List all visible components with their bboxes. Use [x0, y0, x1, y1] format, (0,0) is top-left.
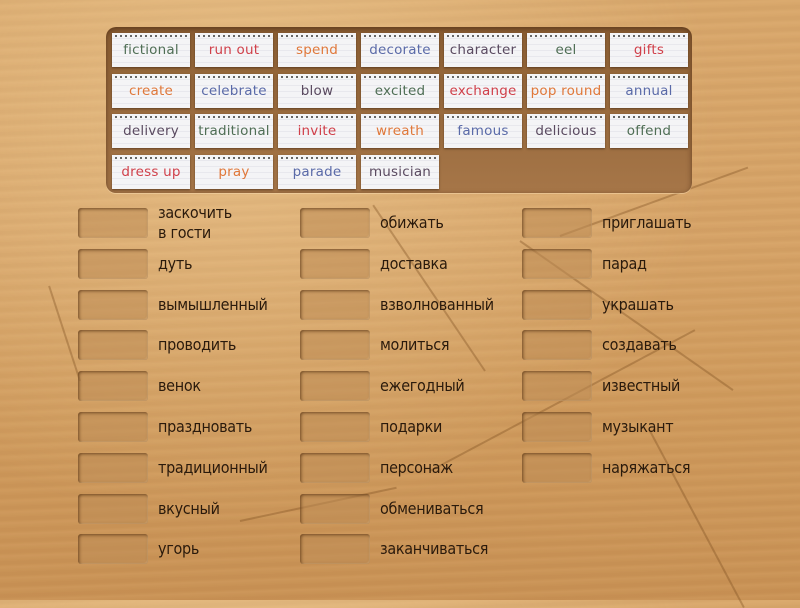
word-card[interactable]: annual: [610, 73, 688, 108]
target-label: венок: [158, 376, 201, 396]
drop-slot[interactable]: [300, 208, 370, 238]
word-card[interactable]: decorate: [361, 33, 439, 67]
drop-slot[interactable]: [522, 248, 592, 279]
target-label: вымышленный: [158, 294, 268, 314]
drop-slot[interactable]: [522, 289, 592, 320]
word-card[interactable]: character: [444, 33, 522, 67]
drop-slot[interactable]: [78, 330, 148, 361]
target-label: традиционный: [158, 457, 268, 477]
target-label: заканчиваться: [380, 539, 489, 559]
drop-slot[interactable]: [522, 208, 592, 238]
drop-slot[interactable]: [78, 493, 148, 524]
target-label: угорь: [158, 539, 200, 559]
target-label: известный: [602, 376, 681, 396]
scratch: [48, 285, 81, 382]
target-label: проводить: [158, 335, 237, 355]
word-card[interactable]: wreath: [361, 114, 439, 148]
word-card[interactable]: eel: [527, 33, 605, 67]
drop-slot[interactable]: [78, 452, 148, 483]
drop-slot[interactable]: [78, 534, 148, 565]
target-label: персонаж: [380, 457, 453, 477]
drop-slot[interactable]: [78, 371, 148, 402]
target-label: праздновать: [158, 417, 253, 436]
target-label: создавать: [602, 335, 677, 355]
target-label: обмениваться: [380, 498, 484, 518]
word-card[interactable]: delicious: [527, 114, 605, 148]
target-label: наряжаться: [602, 457, 691, 477]
word-card[interactable]: famous: [444, 114, 522, 148]
drop-slot[interactable]: [78, 208, 148, 238]
word-card[interactable]: musician: [361, 154, 439, 189]
drop-slot[interactable]: [78, 289, 148, 320]
word-card[interactable]: exchange: [444, 73, 522, 108]
target-label: заскочить в гости: [158, 203, 232, 242]
drop-slot[interactable]: [300, 493, 370, 524]
drop-slot[interactable]: [300, 330, 370, 361]
drop-slot[interactable]: [522, 330, 592, 361]
word-card[interactable]: pray: [195, 154, 273, 189]
target-label: подарки: [380, 417, 443, 436]
target-label: приглашать: [602, 213, 692, 232]
drop-slot[interactable]: [78, 412, 148, 442]
word-card[interactable]: parade: [278, 154, 356, 189]
target-label: дуть: [158, 253, 193, 273]
word-card[interactable]: delivery: [112, 114, 190, 148]
word-card[interactable]: pop round: [527, 73, 605, 108]
word-card[interactable]: offend: [610, 114, 688, 148]
drop-slot[interactable]: [522, 412, 592, 442]
drop-slot[interactable]: [522, 452, 592, 483]
word-card[interactable]: dress up: [112, 154, 190, 189]
target-label: вкусный: [158, 498, 220, 518]
drop-slot[interactable]: [300, 452, 370, 483]
word-card[interactable]: traditional: [195, 114, 273, 148]
target-label: взволнованный: [380, 294, 494, 314]
drop-slot[interactable]: [522, 371, 592, 402]
word-card[interactable]: fictional: [112, 33, 190, 67]
drop-slot[interactable]: [300, 289, 370, 320]
target-label: доставка: [380, 253, 448, 273]
word-card[interactable]: run out: [195, 33, 273, 67]
target-label: ежегодный: [380, 376, 465, 396]
target-label: парад: [602, 253, 647, 273]
target-label: украшать: [602, 294, 674, 314]
word-card[interactable]: create: [112, 73, 190, 108]
word-card[interactable]: gifts: [610, 33, 688, 67]
word-card[interactable]: invite: [278, 114, 356, 148]
word-card[interactable]: excited: [361, 73, 439, 108]
word-card[interactable]: celebrate: [195, 73, 273, 108]
drop-slot[interactable]: [300, 371, 370, 402]
target-label: музыкант: [602, 417, 674, 436]
drop-slot[interactable]: [300, 248, 370, 279]
target-label: обижать: [380, 213, 444, 232]
word-card[interactable]: spend: [278, 33, 356, 67]
card-tray: fictional run out spend decorate character ee…: [106, 27, 692, 193]
word-card[interactable]: blow: [278, 73, 356, 108]
drop-slot[interactable]: [300, 412, 370, 442]
drop-slot[interactable]: [300, 534, 370, 565]
target-label: молиться: [380, 335, 450, 355]
drop-slot[interactable]: [78, 248, 148, 279]
